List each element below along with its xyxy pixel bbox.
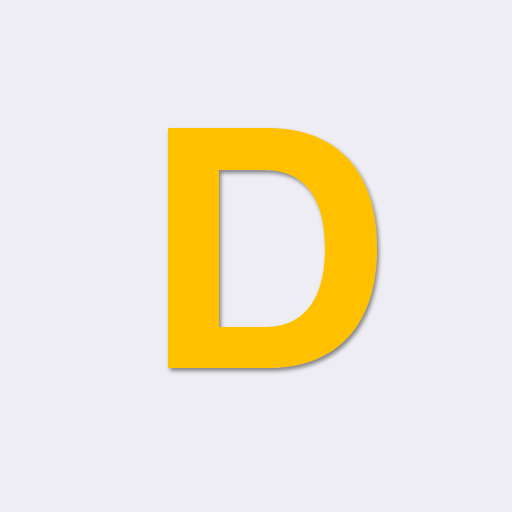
letter-d-shape [168, 128, 377, 368]
app-icon-canvas [0, 0, 512, 512]
letter-d-logo-icon [168, 128, 377, 368]
